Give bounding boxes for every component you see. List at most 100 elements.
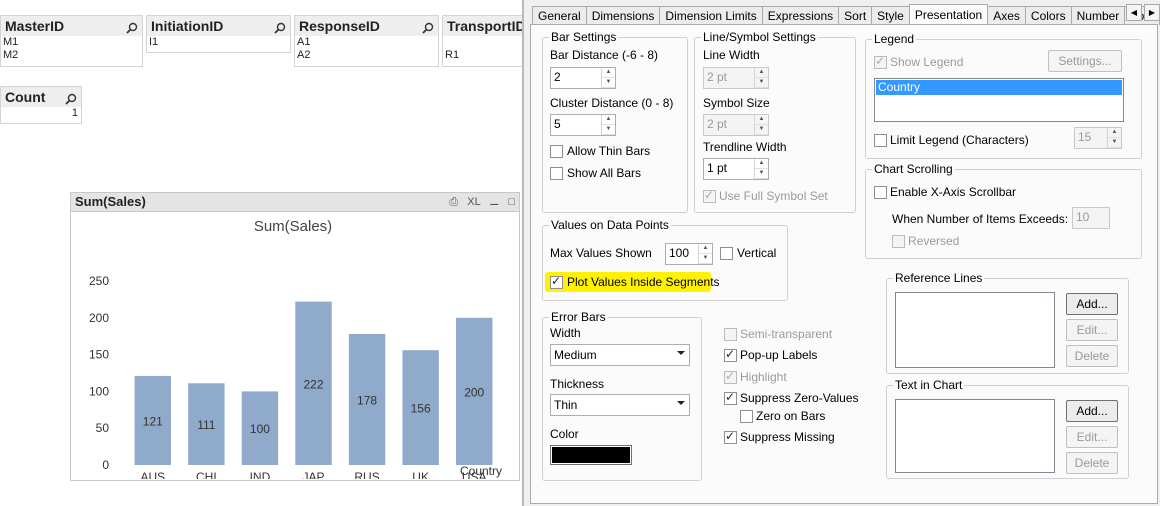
enable-scrollbar-label: Enable X-Axis Scrollbar <box>890 185 1017 199</box>
legend-list[interactable]: Country <box>874 78 1124 122</box>
limit-legend-label: Limit Legend (Characters) <box>890 133 1029 147</box>
suppress-zero-checkbox[interactable] <box>724 390 737 405</box>
reference-edit-button[interactable]: Edit... <box>1066 319 1118 341</box>
search-icon[interactable] <box>65 90 77 107</box>
legend-settings-button[interactable]: Settings... <box>1048 50 1122 72</box>
highlight-checkbox[interactable] <box>724 369 737 384</box>
allow-thin-bars-label: Allow Thin Bars <box>567 144 651 158</box>
max-values-label: Max Values Shown <box>550 246 652 260</box>
listbox-responseid[interactable]: ResponseID A1 A2 <box>294 15 439 67</box>
symbol-size-stepper[interactable]: 2 pt ▲ ▼ <box>703 114 769 136</box>
use-full-symbol-set-label: Use Full Symbol Set <box>719 189 828 203</box>
spin-up-icon[interactable]: ▲ <box>755 159 768 169</box>
list-item[interactable]: 1 <box>1 107 81 120</box>
tab-dimensions[interactable]: Dimensions <box>585 6 661 25</box>
list-item[interactable]: A2 <box>295 49 438 62</box>
spin-up-icon[interactable]: ▲ <box>699 244 712 254</box>
tab-general[interactable]: General <box>532 6 587 25</box>
limit-legend-checkbox[interactable] <box>874 134 887 147</box>
legend-group: Legend Show Legend Settings... Country L… <box>865 32 1142 159</box>
list-item[interactable]: R1 <box>443 49 523 62</box>
zero-on-bars-checkbox[interactable] <box>740 410 753 423</box>
print-icon[interactable]: ⎙ <box>449 196 458 208</box>
symbol-size-value: 2 pt <box>707 117 728 131</box>
tab-axes[interactable]: Axes <box>987 6 1026 25</box>
listbox-masterid[interactable]: MasterID M1 M2 <box>0 15 143 67</box>
listbox-count[interactable]: Count 1 <box>0 86 82 124</box>
spin-up-icon[interactable]: ▲ <box>1108 128 1121 138</box>
exceeds-input[interactable]: 10 <box>1072 207 1110 229</box>
reference-lines-list[interactable] <box>895 292 1055 368</box>
error-thickness-select[interactable]: Thin <box>550 394 690 416</box>
group-title: Values on Data Points <box>549 218 671 232</box>
spin-down-icon[interactable]: ▼ <box>755 78 768 88</box>
text-edit-button[interactable]: Edit... <box>1066 426 1118 448</box>
list-item[interactable]: M1 <box>1 36 142 49</box>
list-item[interactable] <box>443 36 523 49</box>
spin-up-icon[interactable]: ▲ <box>755 115 768 125</box>
list-item[interactable]: A1 <box>295 36 438 49</box>
spin-up-icon[interactable]: ▲ <box>602 68 615 78</box>
tab-presentation[interactable]: Presentation <box>908 4 989 26</box>
spin-up-icon[interactable]: ▲ <box>602 115 615 125</box>
show-all-bars-checkbox[interactable] <box>550 167 563 180</box>
listbox-transportid[interactable]: TransportID R1 <box>442 15 523 67</box>
tab-sort[interactable]: Sort <box>838 6 873 25</box>
tab-expressions[interactable]: Expressions <box>761 6 840 25</box>
list-item[interactable]: I1 <box>147 36 290 49</box>
cluster-distance-label: Cluster Distance (0 - 8) <box>550 96 674 110</box>
tab-dimension-limits[interactable]: Dimension Limits <box>659 6 763 25</box>
plot-values-inside-checkbox[interactable] <box>550 274 563 289</box>
enable-scrollbar-checkbox[interactable] <box>874 186 887 199</box>
text-add-button[interactable]: Add... <box>1066 400 1118 422</box>
line-width-stepper[interactable]: 2 pt ▲ ▼ <box>703 67 769 89</box>
minimize-icon[interactable]: ⚊ <box>489 196 499 208</box>
error-color-button[interactable] <box>550 445 632 465</box>
spin-down-icon[interactable]: ▼ <box>699 254 712 264</box>
vertical-checkbox[interactable] <box>720 247 733 260</box>
search-icon[interactable] <box>274 19 286 36</box>
search-icon[interactable] <box>126 19 138 36</box>
chart-object[interactable]: Sum(Sales) ⎙ XL ⚊ □ Sum(Sales) 0 50 100 150… <box>70 192 520 481</box>
spin-up-icon[interactable]: ▲ <box>755 68 768 78</box>
trendline-width-stepper[interactable]: 1 pt ▲ ▼ <box>703 158 769 180</box>
bar-distance-stepper[interactable]: 2 ▲ ▼ <box>550 67 616 89</box>
use-full-symbol-set-checkbox[interactable] <box>703 188 716 203</box>
text-delete-button[interactable]: Delete <box>1066 452 1118 474</box>
spin-down-icon[interactable]: ▼ <box>755 169 768 179</box>
error-width-select[interactable]: Medium <box>550 344 690 366</box>
spin-down-icon[interactable]: ▼ <box>1108 138 1121 148</box>
search-icon[interactable] <box>422 19 434 36</box>
spin-down-icon[interactable]: ▼ <box>602 125 615 135</box>
reference-add-button[interactable]: Add... <box>1066 293 1118 315</box>
popup-labels-checkbox[interactable] <box>724 347 737 362</box>
x-tick-label: IND <box>250 470 271 479</box>
semi-transparent-checkbox[interactable] <box>724 328 737 341</box>
chevron-right-icon[interactable]: ▶ <box>1144 4 1160 21</box>
tab-style[interactable]: Style <box>871 6 910 25</box>
cluster-distance-stepper[interactable]: 5 ▲ ▼ <box>550 114 616 136</box>
legend-list-item[interactable]: Country <box>876 80 1122 95</box>
tab-colors[interactable]: Colors <box>1024 6 1072 25</box>
chevron-left-icon[interactable]: ◀ <box>1126 4 1142 21</box>
suppress-missing-checkbox[interactable] <box>724 429 737 444</box>
tab-number[interactable]: Number <box>1070 6 1126 25</box>
maximize-icon[interactable]: □ <box>508 196 515 208</box>
listbox-initiationid[interactable]: InitiationID I1 <box>146 15 291 53</box>
group-title: Legend <box>872 32 917 46</box>
show-legend-checkbox[interactable] <box>874 54 887 69</box>
reference-delete-button[interactable]: Delete <box>1066 345 1118 367</box>
max-values-stepper[interactable]: 100 ▲ ▼ <box>665 243 713 265</box>
list-item[interactable]: M2 <box>1 49 142 62</box>
highlight-label: Highlight <box>740 370 787 384</box>
excel-icon[interactable]: XL <box>467 196 480 208</box>
allow-thin-bars-checkbox[interactable] <box>550 145 563 158</box>
text-in-chart-list[interactable] <box>895 399 1055 473</box>
y-tick-label: 200 <box>89 311 109 325</box>
spin-down-icon[interactable]: ▼ <box>602 78 615 88</box>
listbox-title-text: InitiationID <box>151 18 224 34</box>
semi-transparent-label: Semi-transparent <box>740 327 833 341</box>
limit-legend-stepper[interactable]: 15 ▲ ▼ <box>1074 127 1122 149</box>
spin-down-icon[interactable]: ▼ <box>755 125 768 135</box>
reversed-checkbox[interactable] <box>892 235 905 248</box>
